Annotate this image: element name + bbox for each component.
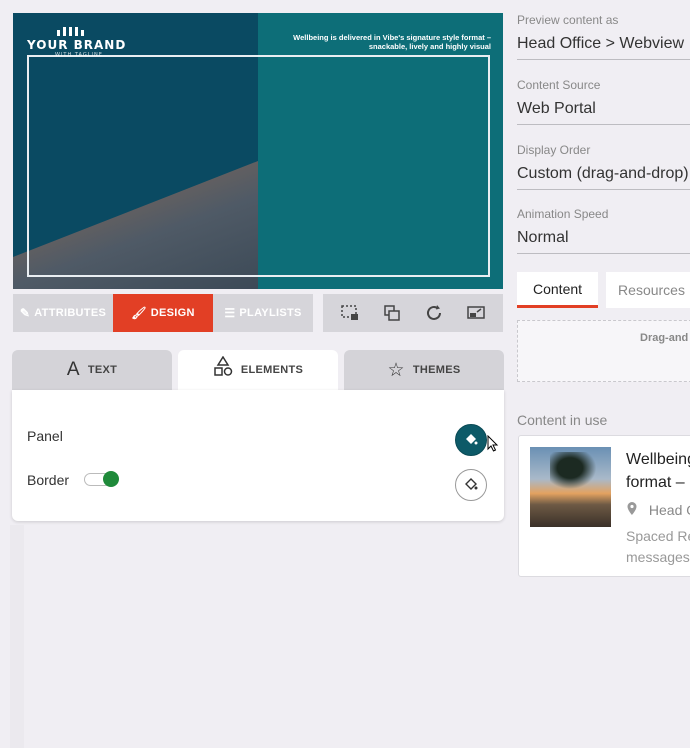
tab-attributes-label: ATTRIBUTES xyxy=(34,307,107,319)
edit-icon: ✎ xyxy=(19,306,31,320)
content-thumbnail xyxy=(530,447,611,527)
refresh-icon[interactable] xyxy=(423,302,445,324)
content-item-location-text: Head O xyxy=(648,502,690,518)
tab-content[interactable]: Content xyxy=(517,272,599,308)
border-label: Border xyxy=(27,472,70,488)
elements-panel: Panel Border xyxy=(12,390,504,521)
tab-playlists-label: PLAYLISTS xyxy=(239,307,302,319)
content-item-title-line1: Wellbeing xyxy=(626,451,690,468)
content-in-use-heading: Content in use xyxy=(517,412,608,428)
tab-resources[interactable]: Resources xyxy=(606,272,690,308)
preview-as-label: Preview content as xyxy=(517,13,619,27)
paint-bucket-icon xyxy=(464,477,478,494)
brand-tagline: WITH TAGLINE xyxy=(55,52,103,58)
panel-color-button[interactable] xyxy=(455,424,487,456)
content-preview: YOUR BRAND WITH TAGLINE Wellbeing is del… xyxy=(13,13,503,289)
list-icon: ☰ xyxy=(224,306,236,320)
star-icon: ☆ xyxy=(387,359,405,381)
toggle-knob xyxy=(103,471,119,487)
tab-attributes[interactable]: ✎ ATTRIBUTES xyxy=(13,294,113,332)
content-item-description: Spaced Re messages xyxy=(626,526,690,568)
logo-bars xyxy=(57,27,126,36)
field-underline xyxy=(517,253,690,254)
brand-logo: YOUR BRAND WITH TAGLINE xyxy=(27,27,126,58)
field-underline xyxy=(517,189,690,190)
content-item-card[interactable]: Wellbeing format – Head O Spaced Re mess… xyxy=(518,435,690,577)
brush-icon: 🖌 xyxy=(131,306,147,320)
preview-headline: Wellbeing is delivered in Vibe's signatu… xyxy=(293,33,491,51)
animation-speed-field[interactable]: Animation Speed Normal xyxy=(517,207,690,254)
shapes-icon xyxy=(213,355,233,384)
crop-screenshot-icon[interactable] xyxy=(339,302,361,324)
paint-bucket-icon xyxy=(464,432,478,449)
tab-themes-label: THEMES xyxy=(412,364,461,376)
tab-design[interactable]: 🖌 DESIGN xyxy=(113,294,213,332)
left-scroll-strip xyxy=(10,525,24,748)
design-subtabs: A TEXT ELEMENTS ☆ THEMES xyxy=(12,350,504,390)
tab-text-label: TEXT xyxy=(87,364,118,376)
preview-toolbar xyxy=(323,294,503,332)
palm-shape xyxy=(550,452,600,492)
drop-zone[interactable]: Drag-and xyxy=(517,320,690,382)
display-order-field[interactable]: Display Order Custom (drag-and-drop) xyxy=(517,143,690,190)
preview-as-field[interactable]: Preview content as Head Office > Webview xyxy=(517,13,690,60)
field-underline xyxy=(517,124,690,125)
brand-name: YOUR BRAND xyxy=(27,38,127,52)
tab-text[interactable]: A TEXT xyxy=(12,350,172,390)
tab-design-label: DESIGN xyxy=(150,307,195,319)
content-source-value: Web Portal xyxy=(517,100,596,117)
panel-label: Panel xyxy=(27,428,63,444)
display-order-label: Display Order xyxy=(517,143,591,157)
text-icon: A xyxy=(66,359,80,380)
content-item-desc-line2: messages xyxy=(626,549,690,565)
border-color-button[interactable] xyxy=(455,469,487,501)
content-tabs: Content Resources xyxy=(517,272,690,308)
content-source-label: Content Source xyxy=(517,78,601,92)
tab-themes[interactable]: ☆ THEMES xyxy=(344,350,504,390)
layers-icon[interactable] xyxy=(381,302,403,324)
preview-as-value: Head Office > Webview xyxy=(517,35,685,52)
animation-speed-value: Normal xyxy=(517,229,569,246)
mouse-cursor-icon xyxy=(487,434,500,458)
content-item-title-line2: format – xyxy=(626,474,685,491)
drop-zone-text: Drag-and xyxy=(640,332,689,344)
border-toggle[interactable] xyxy=(84,470,120,488)
preview-border-frame xyxy=(27,55,490,277)
cast-icon[interactable] xyxy=(465,302,487,324)
tab-playlists[interactable]: ☰ PLAYLISTS xyxy=(213,294,313,332)
content-source-field[interactable]: Content Source Web Portal xyxy=(517,78,690,125)
content-item-desc-line1: Spaced Re xyxy=(626,528,690,544)
location-pin-icon xyxy=(627,502,641,518)
animation-speed-label: Animation Speed xyxy=(517,207,609,221)
tab-elements-label: ELEMENTS xyxy=(240,364,304,376)
field-underline xyxy=(517,59,690,60)
display-order-value: Custom (drag-and-drop) xyxy=(517,165,689,182)
mode-tabs: ✎ ATTRIBUTES 🖌 DESIGN ☰ PLAYLISTS xyxy=(13,294,313,332)
tab-elements[interactable]: ELEMENTS xyxy=(178,350,338,390)
content-item-title: Wellbeing format – xyxy=(626,448,690,494)
content-item-location: Head O xyxy=(627,502,690,518)
